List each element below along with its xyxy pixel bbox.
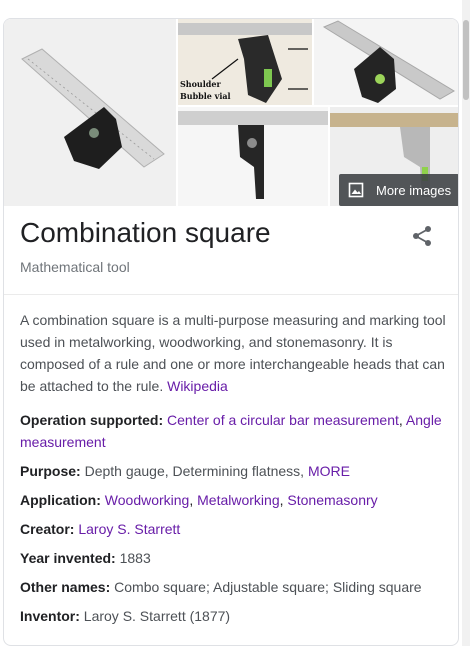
fact-label: Year invented: (20, 550, 116, 566)
fact-purpose: Purpose: Depth gauge, Determining flatne… (20, 460, 448, 482)
link-stonemasonry[interactable]: Stonemasonry (287, 492, 377, 508)
image-3[interactable] (314, 19, 458, 105)
page-scrollbar[interactable] (462, 0, 470, 646)
fact-year-invented: Year invented: 1883 (20, 547, 448, 569)
fact-inventor: Inventor: Laroy S. Starrett (1877) (20, 605, 448, 627)
fact-value: Combo square; Adjustable square; Sliding… (114, 579, 422, 595)
description: A combination square is a multi-purpose … (20, 309, 448, 397)
more-images-label: More images (376, 182, 452, 198)
image-main[interactable] (4, 19, 176, 206)
entity-subtitle: Mathematical tool (20, 259, 130, 275)
fact-label: Creator: (20, 521, 75, 537)
label-shoulder: Shoulder (180, 79, 221, 89)
annotated-square-illustration: Shoulder Bubble vial (178, 23, 312, 103)
fact-label: Operation supported: (20, 412, 164, 428)
fact-value: Depth gauge, Determining flatness, (84, 463, 305, 479)
fact-creator: Creator: Laroy S. Starrett (20, 518, 448, 540)
fact-label: Application: (20, 492, 101, 508)
facts-list: Operation supported: Center of a circula… (20, 409, 448, 634)
square-photo-4 (178, 111, 328, 199)
combination-square-illustration (21, 48, 165, 169)
link-center-of-circular-bar[interactable]: Center of a circular bar measurement (167, 412, 399, 428)
image-annotated[interactable]: Shoulder Bubble vial (178, 19, 312, 105)
fact-value: 1883 (119, 550, 151, 566)
more-link[interactable]: MORE (308, 463, 350, 479)
scrollbar-thumb[interactable] (463, 20, 469, 100)
fact-other-names: Other names: Combo square; Adjustable sq… (20, 576, 448, 598)
square-photo-3 (322, 20, 455, 103)
description-text: A combination square is a multi-purpose … (20, 312, 446, 394)
fact-label: Inventor: (20, 608, 80, 624)
image-mosaic: Shoulder Bubble vial More images (4, 19, 458, 206)
link-creator[interactable]: Laroy S. Starrett (78, 521, 180, 537)
fact-operation-supported: Operation supported: Center of a circula… (20, 412, 442, 450)
link-metalworking[interactable]: Metalworking (197, 492, 279, 508)
divider (4, 294, 458, 295)
entity-title: Combination square (20, 217, 271, 248)
fact-label: Purpose: (20, 463, 81, 479)
label-bubble-vial: Bubble vial (180, 91, 231, 101)
fact-label: Other names: (20, 579, 111, 595)
link-woodworking[interactable]: Woodworking (105, 492, 190, 508)
fact-value: Laroy S. Starrett (1877) (83, 608, 231, 624)
knowledge-panel: Shoulder Bubble vial More images Combina… (3, 18, 459, 646)
wikipedia-link[interactable]: Wikipedia (167, 378, 228, 394)
fact-application: Application: Woodworking, Metalworking, … (20, 492, 378, 508)
share-icon[interactable] (410, 224, 434, 248)
more-images-button[interactable]: More images (339, 174, 458, 206)
image-4[interactable] (178, 107, 328, 206)
image-icon (348, 182, 364, 198)
